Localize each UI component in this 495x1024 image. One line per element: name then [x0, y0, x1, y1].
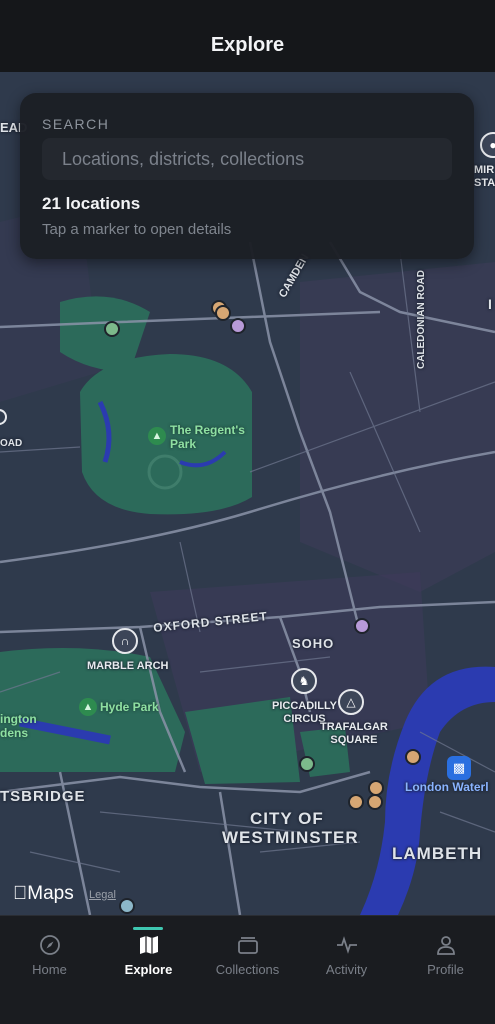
tree-icon[interactable]: ▲	[148, 427, 166, 445]
page-title: Explore	[210, 34, 285, 56]
tab-profile[interactable]: Profile	[396, 916, 495, 996]
poi-mirror-line2: STAD	[474, 177, 495, 189]
poi-mirror-stadium[interactable]: MIR STAD	[474, 164, 495, 190]
activity-icon	[337, 936, 357, 954]
maps-brand: Maps	[13, 883, 74, 905]
map-label-lambeth: LAMBETH	[392, 844, 483, 863]
search-card: SEARCH 21 locations Tap a marker to open…	[20, 93, 474, 259]
tab-home[interactable]: Home	[0, 916, 99, 996]
poi-trafalgar-line1: TRAFALGAR	[320, 721, 388, 733]
map-label-edge-right: I	[488, 296, 492, 312]
location-marker[interactable]	[299, 756, 315, 772]
landmark-icon[interactable]: ∩	[112, 628, 138, 654]
location-marker[interactable]	[230, 318, 246, 334]
search-input[interactable]	[42, 138, 452, 180]
location-marker[interactable]	[367, 794, 383, 810]
tab-collections[interactable]: Collections	[198, 916, 297, 996]
maps-brand-text: Maps	[13, 883, 73, 904]
location-marker[interactable]	[405, 749, 421, 765]
tab-activity[interactable]: Activity	[297, 916, 396, 996]
collections-icon	[238, 937, 258, 954]
location-count: 21 locations	[42, 194, 141, 213]
apple-icon: 	[13, 883, 27, 904]
poi-marble-arch[interactable]: MARBLE ARCH	[87, 660, 168, 673]
location-marker[interactable]	[104, 321, 120, 337]
tab-collections-label: Collections	[215, 962, 280, 977]
statue-icon[interactable]: ♞	[291, 668, 317, 694]
poi-trafalgar-square[interactable]: TRAFALGAR SQUARE	[320, 721, 388, 747]
tab-bar: Home Explore Collections Activity Profil…	[0, 915, 495, 1024]
map-label-westminster-line1: CITY OF	[250, 809, 324, 828]
tab-home-label: Home	[32, 962, 67, 977]
location-marker[interactable]	[119, 898, 135, 914]
map-icon	[140, 936, 158, 954]
poi-regents-park-line2: Park	[170, 437, 197, 451]
tree-icon[interactable]: ▲	[79, 698, 97, 716]
compass-icon	[40, 935, 60, 955]
map-label-road-left: OAD	[0, 438, 23, 449]
tab-explore-label: Explore	[124, 962, 173, 977]
legal-link[interactable]: Legal	[89, 889, 116, 901]
poi-mirror-line1: MIR	[474, 164, 495, 176]
poi-kensington-line2: dens	[0, 726, 29, 740]
search-hint: Tap a marker to open details	[42, 221, 232, 238]
tab-activity-label: Activity	[325, 962, 368, 977]
poi-regents-park[interactable]: The Regent's Park	[170, 423, 245, 451]
map-label-knightsbridge: TSBRIDGE	[0, 788, 86, 805]
column-icon[interactable]: △	[338, 689, 364, 715]
top-bar: Explore	[0, 0, 495, 72]
location-marker[interactable]	[215, 305, 231, 321]
poi-london-waterloo[interactable]: London Waterl	[405, 781, 489, 794]
location-marker[interactable]	[354, 618, 370, 634]
search-label: SEARCH	[42, 116, 110, 132]
train-icon[interactable]: ▩	[447, 756, 471, 780]
location-marker[interactable]	[348, 794, 364, 810]
poi-kensington-gardens[interactable]: ington dens	[0, 712, 37, 740]
map-label-soho: SOHO	[292, 636, 335, 651]
poi-regents-park-line1: The Regent's	[170, 423, 245, 437]
poi-kensington-line1: ington	[0, 712, 37, 726]
profile-icon	[437, 936, 455, 955]
tab-explore[interactable]: Explore	[99, 916, 198, 996]
poi-piccadilly-line1: PICCADILLY	[272, 700, 337, 712]
map-label-westminster-line2: WESTMINSTER	[222, 828, 359, 847]
active-tab-indicator	[133, 927, 163, 930]
tab-profile-label: Profile	[427, 962, 464, 977]
poi-trafalgar-line2: SQUARE	[330, 734, 378, 746]
map-label-caledonian-road: CALEDONIAN ROAD	[415, 270, 427, 369]
poi-hyde-park[interactable]: Hyde Park	[100, 700, 159, 714]
